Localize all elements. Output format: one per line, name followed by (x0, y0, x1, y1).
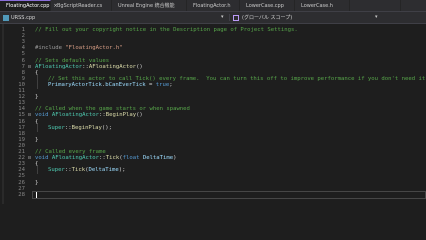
tab-label: Unreal Engine 統合機能 (118, 3, 175, 9)
code-line[interactable]: 28 (0, 190, 426, 199)
tab-bgscriptreader-cs[interactable]: BgScriptReader.cs (51, 0, 112, 11)
tab-lowercase-h[interactable]: LowerCase.h (295, 0, 350, 11)
tab-label: LowerCase.cpp (246, 2, 284, 9)
project-dropdown[interactable]: URSS.cpp (3, 14, 51, 21)
tab-label: FloatingActor.cpp (6, 3, 50, 9)
editor-tab-bar: FloatingActor.cpp × BgScriptReader.cs Un… (0, 0, 426, 12)
code-editor[interactable]: 1// Fill out your copyright notice in th… (0, 24, 426, 204)
text-caret (36, 191, 37, 198)
file-icon (3, 14, 9, 21)
scope-label: (グローバル スコープ) (242, 15, 293, 21)
current-line-highlight (32, 190, 426, 199)
tab-untitled[interactable] (350, 0, 401, 11)
tab-label: FloatingActor.h (193, 2, 231, 9)
navigation-bar: URSS.cpp ▾ (グローバル スコープ) ▾ (0, 12, 426, 24)
tab-label: BgScriptReader.cs (57, 2, 103, 9)
project-label: URSS.cpp (11, 14, 36, 21)
chevron-down-icon[interactable]: ▾ (375, 14, 378, 20)
scope-dropdown[interactable]: (グローバル スコープ) (229, 14, 373, 21)
line-number: 28 (18, 191, 25, 198)
tab-lowercase-cpp[interactable]: LowerCase.cpp (240, 0, 295, 11)
tab-floatingactor-cpp[interactable]: FloatingActor.cpp × (0, 0, 58, 11)
chevron-down-icon[interactable]: ▾ (221, 14, 224, 20)
scope-icon (233, 14, 239, 21)
tab-label: LowerCase.h (301, 2, 333, 9)
tab-unreal-engine-integration[interactable]: Unreal Engine 統合機能 (112, 0, 187, 11)
tab-floatingactor-h[interactable]: FloatingActor.h (187, 0, 240, 11)
